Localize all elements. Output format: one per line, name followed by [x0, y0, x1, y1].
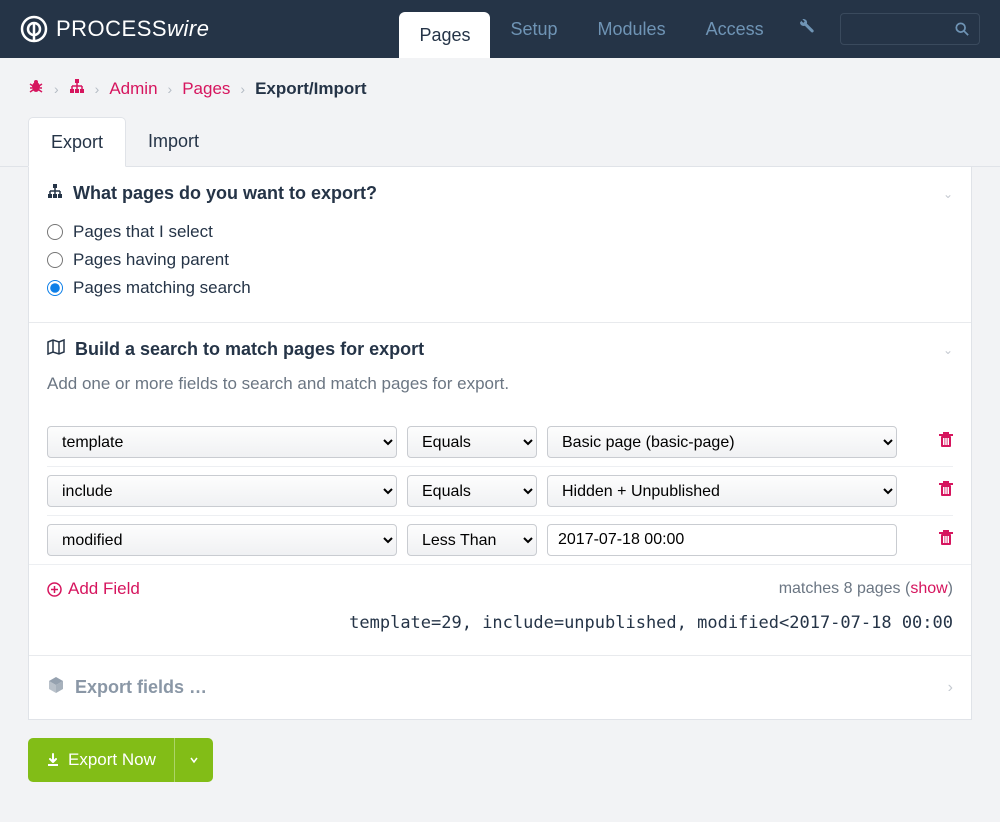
section-build-search: Build a search to match pages for export… — [29, 323, 971, 656]
logo-text-2: wire — [167, 16, 209, 41]
nav-modules[interactable]: Modules — [578, 0, 686, 58]
breadcrumb-current: Export/Import — [255, 79, 366, 99]
value-select[interactable]: Hidden + Unpublished — [547, 475, 897, 507]
chevron-right-icon: › — [948, 679, 953, 697]
chevron-right-icon: › — [54, 81, 59, 97]
operator-select[interactable]: Less Than — [407, 524, 537, 556]
search-icon — [955, 22, 969, 36]
section-what-pages: What pages do you want to export? ⌄ Page… — [29, 167, 971, 323]
chevron-right-icon: › — [95, 81, 100, 97]
nav-setup[interactable]: Setup — [490, 0, 577, 58]
matches-text: matches 8 pages (show) — [779, 580, 953, 598]
section-description: Add one or more fields to search and mat… — [29, 374, 971, 408]
export-now-label: Export Now — [68, 750, 156, 770]
field-select[interactable]: modified — [47, 524, 397, 556]
content-panel: What pages do you want to export? ⌄ Page… — [28, 167, 972, 720]
map-icon — [47, 339, 65, 360]
section-header[interactable]: What pages do you want to export? ⌄ — [29, 167, 971, 218]
operator-select[interactable]: Equals — [407, 475, 537, 507]
section-title: What pages do you want to export? — [73, 183, 377, 204]
trash-icon[interactable] — [939, 432, 953, 453]
tabs: Export Import — [0, 117, 1000, 167]
processwire-icon — [20, 15, 48, 43]
operator-select[interactable]: Equals — [407, 426, 537, 458]
trash-icon[interactable] — [939, 481, 953, 502]
radio-pages-select[interactable] — [47, 224, 63, 240]
radio-pages-search[interactable] — [47, 280, 63, 296]
main-nav: Pages Setup Modules Access — [399, 0, 829, 58]
export-now-button[interactable]: Export Now — [28, 738, 213, 782]
chevron-right-icon: › — [168, 81, 173, 97]
search-input[interactable] — [840, 13, 980, 45]
logo[interactable]: PROCESSwire — [20, 15, 209, 43]
breadcrumb: › › Admin › Pages › Export/Import — [0, 58, 1000, 117]
value-select[interactable]: Basic page (basic-page) — [547, 426, 897, 458]
cube-icon — [47, 676, 65, 699]
sitemap-icon — [47, 183, 63, 204]
actions-bar: Export Now — [0, 720, 1000, 800]
radio-pages-parent[interactable] — [47, 252, 63, 268]
logo-text-1: PROCESS — [56, 16, 167, 41]
radio-label[interactable]: Pages that I select — [73, 222, 213, 242]
add-field-button[interactable]: Add Field — [47, 579, 140, 599]
download-icon — [46, 753, 60, 767]
wrench-icon[interactable] — [784, 19, 830, 40]
section-title: Export fields … — [75, 677, 207, 698]
field-select[interactable]: include — [47, 475, 397, 507]
radio-label[interactable]: Pages matching search — [73, 278, 251, 298]
nav-pages[interactable]: Pages — [399, 12, 490, 58]
chevron-down-icon — [189, 755, 199, 765]
section-title: Build a search to match pages for export — [75, 339, 424, 360]
radio-label[interactable]: Pages having parent — [73, 250, 229, 270]
chevron-right-icon: › — [240, 81, 245, 97]
filter-row: template Equals Basic page (basic-page) — [47, 418, 953, 466]
filter-row: include Equals Hidden + Unpublished — [47, 466, 953, 515]
export-mode-group: Pages that I select Pages having parent … — [29, 218, 971, 322]
selector-string: template=29, include=unpublished, modifi… — [29, 613, 971, 655]
plus-circle-icon — [47, 582, 62, 597]
search-filter-rows: template Equals Basic page (basic-page) … — [29, 408, 971, 564]
top-bar: PROCESSwire Pages Setup Modules Access — [0, 0, 1000, 58]
sitemap-icon[interactable] — [69, 78, 85, 99]
section-header[interactable]: Build a search to match pages for export… — [29, 323, 971, 374]
field-select[interactable]: template — [47, 426, 397, 458]
trash-icon[interactable] — [939, 530, 953, 551]
add-field-label: Add Field — [68, 579, 140, 599]
breadcrumb-admin[interactable]: Admin — [109, 79, 157, 99]
bug-icon[interactable] — [28, 78, 44, 99]
section-export-fields[interactable]: Export fields … › — [29, 656, 971, 719]
tab-export[interactable]: Export — [28, 117, 126, 167]
chevron-down-icon: ⌄ — [943, 343, 953, 357]
show-link[interactable]: show — [910, 580, 947, 597]
nav-access[interactable]: Access — [686, 0, 784, 58]
value-input[interactable] — [547, 524, 897, 556]
chevron-down-icon: ⌄ — [943, 187, 953, 201]
export-dropdown-toggle[interactable] — [174, 738, 213, 782]
breadcrumb-pages[interactable]: Pages — [182, 79, 230, 99]
tab-import[interactable]: Import — [126, 117, 221, 166]
search-footer: Add Field matches 8 pages (show) — [29, 564, 971, 613]
filter-row: modified Less Than — [47, 515, 953, 564]
